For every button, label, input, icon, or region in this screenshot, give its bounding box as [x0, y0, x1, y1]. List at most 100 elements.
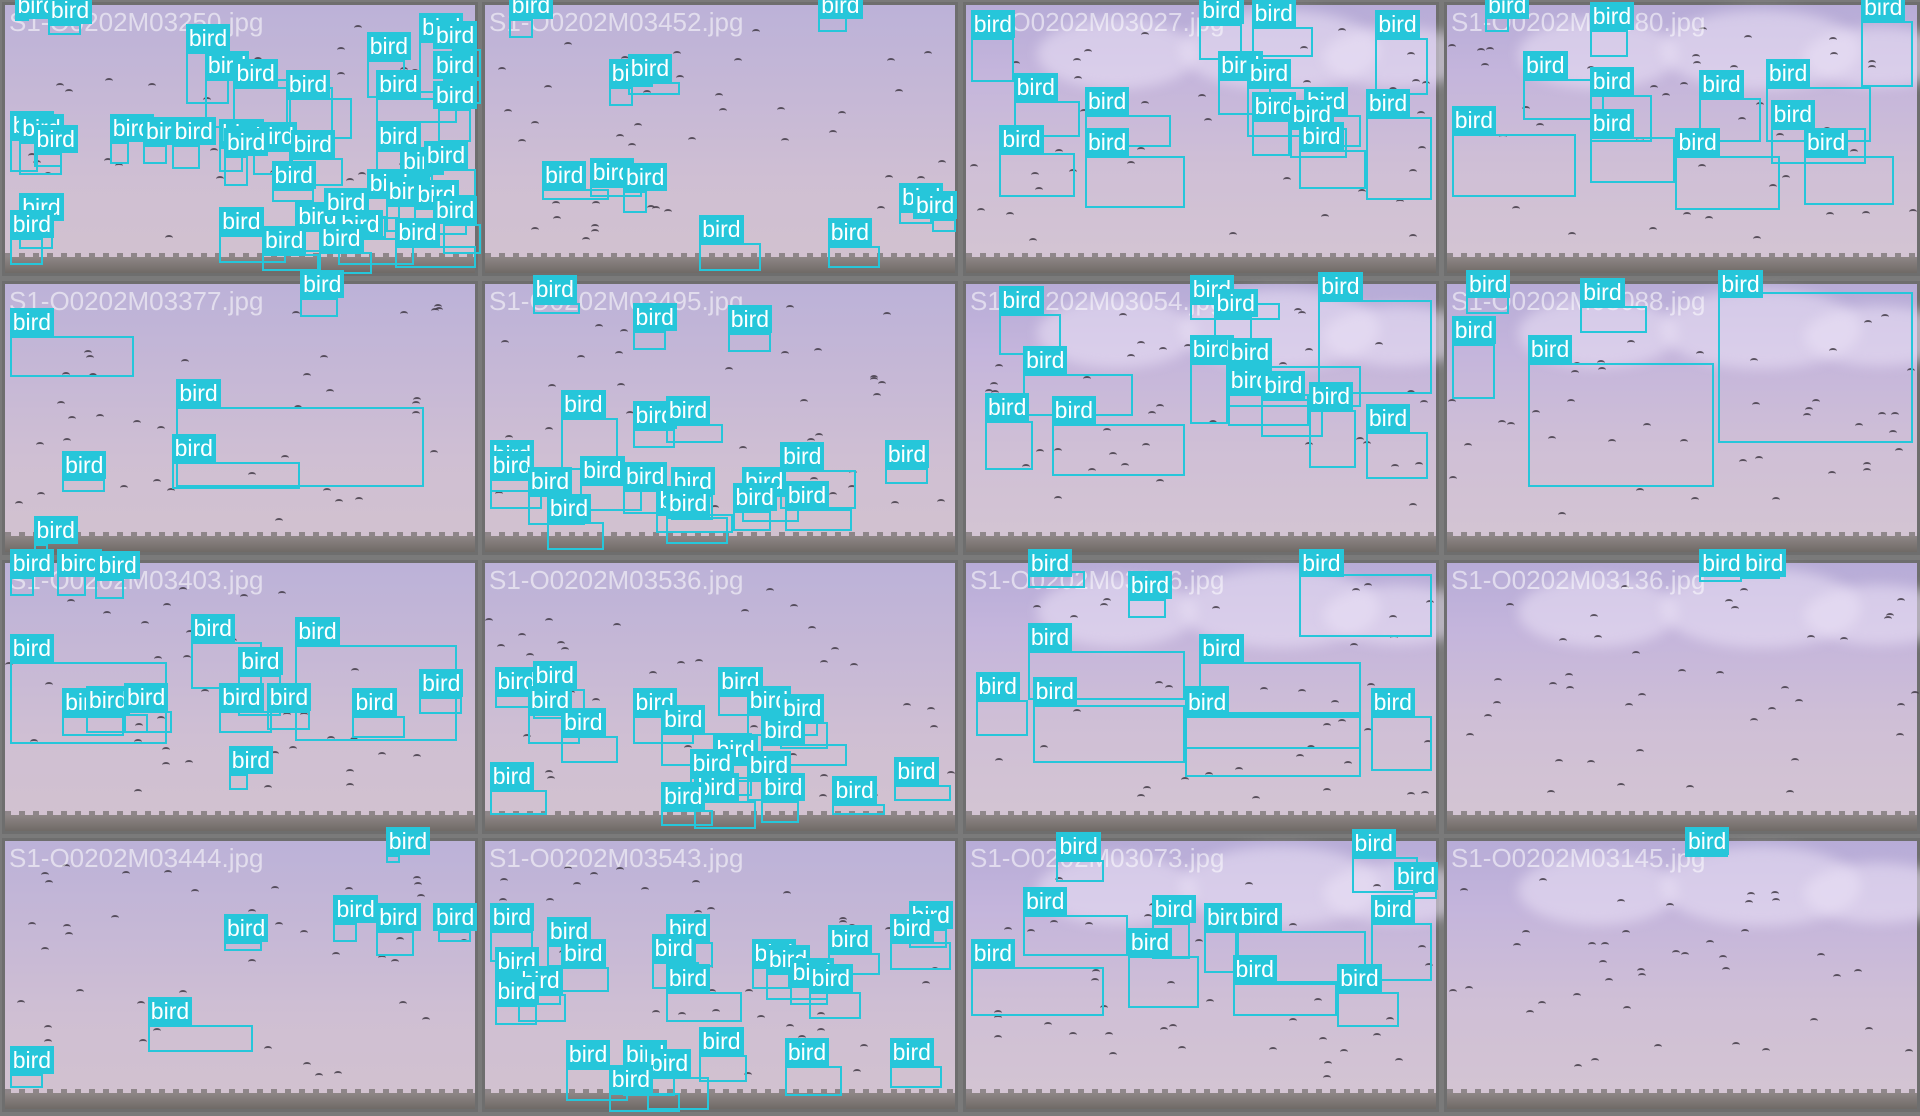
detection-label: bird — [1337, 963, 1382, 992]
bird-silhouette — [1672, 950, 1681, 956]
bird-silhouette — [990, 381, 999, 388]
detection-box — [1189, 363, 1228, 424]
detection-label: bird — [913, 190, 958, 219]
bird-silhouette — [323, 488, 332, 494]
bird-silhouette — [877, 205, 886, 212]
bird-silhouette — [1537, 1000, 1546, 1007]
bird-silhouette — [1744, 900, 1753, 906]
detection-box — [33, 152, 63, 167]
detection-label: bird — [171, 434, 216, 463]
bird-silhouette — [1739, 459, 1747, 465]
bird-silhouette — [646, 205, 655, 211]
bird-silhouette — [1036, 449, 1045, 455]
bird-silhouette — [1631, 650, 1640, 657]
bird-silhouette — [725, 366, 734, 373]
detection-label: bird — [1699, 70, 1744, 99]
bird-silhouette — [1573, 1064, 1582, 1070]
bird-silhouette — [947, 770, 956, 777]
bird-silhouette — [612, 622, 621, 629]
image-tile: S1-O0202M03136.jpg bird bird — [1444, 549, 1920, 834]
bird-silhouette — [752, 28, 761, 35]
bird-silhouette — [923, 51, 932, 57]
detection-label: bird — [319, 223, 364, 252]
bird-silhouette — [120, 484, 129, 491]
detection-label: bird — [285, 70, 331, 99]
detection-label: bird — [1861, 0, 1906, 22]
bird-silhouette — [808, 626, 817, 632]
detection-label: bird — [494, 977, 539, 1006]
detection-label: bird — [190, 614, 235, 643]
ground-strip — [966, 1093, 1436, 1109]
detection-label: bird — [661, 781, 706, 810]
bird-silhouette — [36, 441, 45, 448]
bird-silhouette — [1198, 94, 1207, 100]
detection-label: bird — [376, 903, 421, 932]
bird-silhouette — [782, 891, 791, 897]
bird-silhouette — [1649, 84, 1658, 91]
detection-label: bird — [1232, 955, 1277, 984]
bird-silhouette — [345, 769, 354, 775]
detection-label: bird — [219, 207, 264, 236]
bird-silhouette — [152, 479, 161, 485]
bird-silhouette — [248, 959, 257, 965]
bird-silhouette — [429, 449, 438, 456]
detection-label: bird — [1085, 86, 1130, 115]
detection-label: bird — [661, 704, 706, 733]
detection-box — [884, 467, 928, 485]
bird-silhouette — [1754, 455, 1763, 462]
bird-silhouette — [1854, 969, 1863, 975]
bird-silhouette — [68, 416, 77, 422]
bird-silhouette — [1283, 176, 1292, 183]
bird-silhouette — [930, 725, 939, 731]
bird-silhouette — [916, 175, 925, 182]
detection-box — [808, 991, 862, 1020]
bird-silhouette — [1832, 974, 1841, 980]
image-tile: S1-O0202M03054.jpg bird bird bird bird bird bi… — [963, 272, 1473, 555]
detection-label: bird — [889, 1037, 934, 1066]
bird-silhouette — [421, 1016, 430, 1023]
detection-label: bird — [1765, 59, 1811, 88]
bird-silhouette — [852, 1068, 861, 1075]
detection-box — [333, 923, 358, 943]
bird-silhouette — [994, 758, 1003, 764]
bird-silhouette — [1732, 1042, 1741, 1048]
ground-strip — [485, 1093, 955, 1109]
detection-label: bird — [9, 1045, 55, 1074]
image-tile: S1-O0202M03377.jpg bird bird bird bird bird bi… — [2, 270, 478, 556]
bird-silhouette — [75, 988, 84, 995]
bird-silhouette — [336, 46, 345, 53]
bird-silhouette — [561, 647, 570, 653]
detection-box — [1085, 155, 1185, 208]
detection-label: bird — [1589, 108, 1635, 137]
detection-label: bird — [9, 549, 55, 577]
bird-silhouette — [1303, 79, 1312, 86]
detection-label: bird — [47, 0, 93, 25]
detection-label: bird — [1246, 59, 1292, 88]
bird-silhouette — [1722, 966, 1731, 973]
detection-label: bird — [985, 393, 1030, 421]
detection-label: bird — [580, 456, 625, 485]
bird-silhouette — [694, 658, 703, 665]
bird-silhouette — [781, 351, 790, 357]
bird-silhouette — [995, 363, 1004, 370]
bird-silhouette — [776, 106, 785, 113]
bird-silhouette — [518, 633, 527, 639]
bird-silhouette — [485, 618, 494, 624]
bird-silhouette — [65, 932, 74, 938]
bird-silhouette — [663, 208, 672, 215]
bird-silhouette — [274, 517, 283, 524]
detection-box — [489, 790, 547, 816]
detection-box — [223, 155, 248, 186]
detection-label: bird — [608, 1065, 654, 1094]
bird-silhouette — [1538, 878, 1547, 884]
detection-label: bird — [1318, 272, 1363, 301]
detection-label: bird — [508, 0, 554, 19]
detection-label: bird — [1527, 335, 1573, 364]
bird-silhouette — [1636, 488, 1645, 494]
detection-label: bird — [646, 1048, 692, 1077]
image-tile: S1-O0202M03066.jpg bird bird bird bird bird bi… — [963, 549, 1473, 834]
detection-label: bird — [1199, 633, 1244, 662]
detection-label: bird — [1370, 895, 1415, 924]
bird-silhouette — [1772, 897, 1781, 904]
bird-silhouette — [831, 647, 840, 653]
